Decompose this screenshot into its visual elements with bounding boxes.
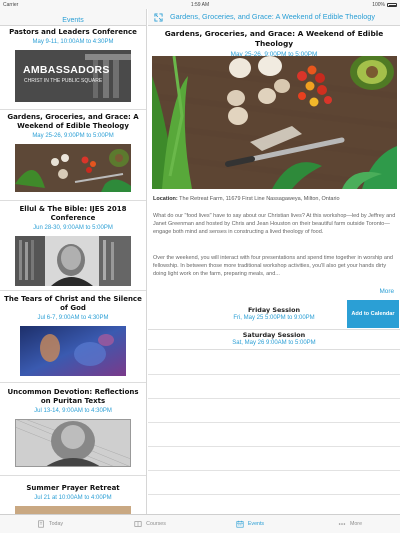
divider: [148, 446, 400, 447]
event-date: Jul 21 at 10:00AM to 4:00PM: [34, 495, 112, 501]
description-paragraph: What do our "food lives" have to say abo…: [153, 213, 396, 235]
thumb-heading: AMBASSADORS: [23, 64, 110, 76]
event-thumbnail: [15, 506, 131, 514]
tab-today[interactable]: Today: [0, 515, 100, 533]
tab-label: Today: [48, 521, 64, 527]
courses-icon: [134, 521, 142, 527]
session-row[interactable]: Saturday Session Sat, May 26 9:00AM to 5…: [148, 330, 400, 350]
detail-nav-title: Gardens, Groceries, and Grace: A Weekend…: [170, 12, 375, 21]
divider: [148, 422, 400, 423]
events-nav-title: Events: [62, 17, 84, 24]
event-date: May 25-26, 9:00PM to 5:00PM: [32, 133, 114, 139]
event-thumbnail: [20, 326, 126, 376]
event-hero-image: [152, 56, 397, 189]
event-title: Summer Prayer Retreat: [26, 484, 120, 492]
divider: [148, 398, 400, 399]
event-title: Gardens, Groceries, and Grace: A Weekend…: [7, 113, 139, 130]
list-item[interactable]: Uncommon Devotion: Reflections on Purita…: [0, 383, 146, 476]
event-location: Location: The Retreat Farm, 11679 First …: [153, 195, 396, 203]
calendar-icon: [236, 520, 244, 528]
event-date: Jun 28-30, 9:00AM to 5:00PM: [33, 225, 113, 231]
event-detail: Gardens, Groceries, and Grace: A Weekend…: [148, 26, 400, 514]
event-thumbnail: AMBASSADORS CHRIST IN THE PUBLIC SQUARE: [15, 50, 131, 102]
event-title: Uncommon Devotion: Reflections on Purita…: [7, 388, 139, 405]
location-label: Location:: [153, 196, 178, 202]
list-item[interactable]: The Tears of Christ and the Silence of G…: [0, 291, 146, 383]
session-time: Sat, May 26 9:00AM to 5:00PM: [232, 340, 316, 346]
event-title: Pastors and Leaders Conference: [9, 28, 137, 36]
divider: [148, 470, 400, 471]
clock: 1:59 AM: [190, 2, 210, 8]
event-thumbnail: [15, 236, 131, 286]
thumb-subheading: CHRIST IN THE PUBLIC SQUARE: [24, 78, 103, 84]
event-date: Jul 6-7, 9:00AM to 4:30PM: [37, 315, 109, 321]
book-icon: [38, 520, 44, 528]
tab-label: Courses: [146, 521, 166, 527]
event-date: Jul 13-14, 9:00AM to 4:30PM: [34, 408, 112, 414]
tab-label: Events: [247, 521, 265, 527]
tab-events[interactable]: Events: [200, 515, 300, 533]
tab-courses[interactable]: Courses: [100, 515, 200, 533]
add-to-calendar-button[interactable]: Add to Calendar: [347, 300, 399, 328]
event-thumbnail: [15, 419, 131, 467]
more-icon: [338, 523, 346, 525]
event-thumbnail: [15, 144, 131, 192]
tab-bar: Today Courses Events More: [0, 514, 400, 533]
description-paragraph: Over the weekend, you will interact with…: [153, 255, 393, 277]
detail-title: Gardens, Groceries, and Grace: A Weekend…: [164, 29, 384, 48]
status-bar: Carrier 1:59 AM 100%: [0, 0, 400, 9]
divider: [148, 494, 400, 495]
event-list[interactable]: Pastors and Leaders Conference May 9-11,…: [0, 26, 147, 514]
event-title: Ellul & The Bible: IJES 2018 Conference: [19, 205, 127, 222]
list-item[interactable]: Ellul & The Bible: IJES 2018 Conference …: [0, 201, 146, 291]
session-name: Saturday Session: [242, 331, 306, 339]
divider: [148, 374, 400, 375]
expand-icon[interactable]: [154, 13, 163, 22]
list-item[interactable]: Gardens, Groceries, and Grace: A Weekend…: [0, 110, 146, 201]
event-date: May 9-11, 10:00AM to 4:30PM: [32, 39, 114, 45]
battery-icon: [387, 3, 397, 7]
battery-indicator: 100%: [372, 2, 397, 8]
list-item[interactable]: Pastors and Leaders Conference May 9-11,…: [0, 26, 146, 110]
detail-nav-bar: Gardens, Groceries, and Grace: A Weekend…: [148, 9, 400, 26]
tab-more[interactable]: More: [300, 515, 400, 533]
location-text: The Retreat Farm, 11679 First Line Nassa…: [177, 196, 340, 202]
more-link[interactable]: More: [379, 288, 394, 295]
battery-percent: 100%: [372, 2, 385, 8]
event-title: The Tears of Christ and the Silence of G…: [4, 295, 142, 312]
events-nav-bar: Events: [0, 9, 147, 26]
tab-label: More: [349, 521, 363, 527]
list-item[interactable]: Summer Prayer Retreat Jul 21 at 10:00AM …: [0, 476, 146, 514]
